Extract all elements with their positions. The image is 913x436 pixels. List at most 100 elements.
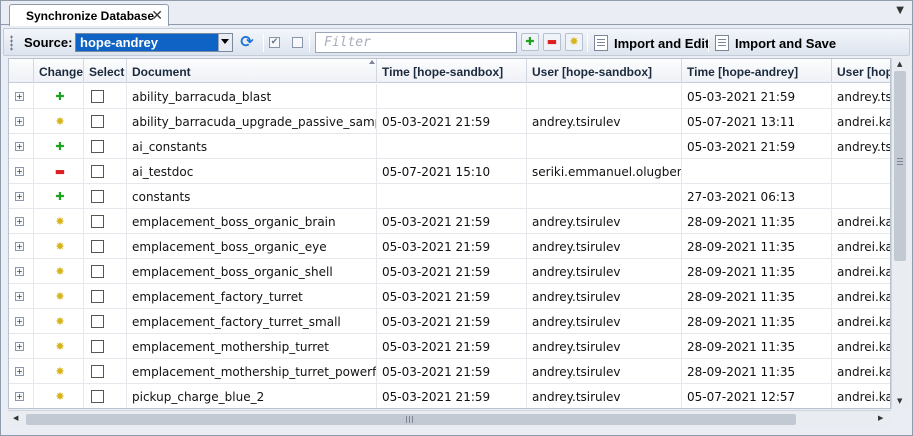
show-added-toggle[interactable]: ✚ — [521, 33, 539, 51]
table-row[interactable]: + ✚ constants 27-03-2021 06:13 — [9, 184, 890, 209]
expand-icon[interactable]: + — [15, 342, 24, 351]
cell-change: ✸ — [34, 359, 84, 384]
import-and-save-button[interactable]: Import and Save — [715, 33, 836, 53]
cell-time-andrey: 27-03-2021 06:13 — [682, 184, 832, 209]
cell-user-andrey: andrei.kadyrov — [832, 334, 890, 359]
expand-icon[interactable]: + — [15, 242, 24, 251]
select-checkbox[interactable] — [91, 365, 104, 378]
select-checkbox[interactable] — [91, 90, 104, 103]
expand-icon[interactable]: + — [15, 217, 24, 226]
cell-select — [84, 234, 127, 259]
close-icon[interactable]: ✕ — [151, 7, 163, 24]
horizontal-scrollbar[interactable]: ◀ ▶ — [8, 410, 891, 427]
column-header-time-sandbox[interactable]: Time [hope-sandbox] — [377, 59, 527, 83]
cell-time-andrey: 28-09-2021 11:35 — [682, 309, 832, 334]
cell-change: ✸ — [34, 309, 84, 334]
select-checkbox[interactable] — [91, 215, 104, 228]
scroll-down-icon[interactable]: ▼ — [897, 398, 902, 405]
cell-time-sandbox — [377, 184, 527, 209]
expand-icon[interactable]: + — [15, 392, 24, 401]
added-icon: ✚ — [55, 90, 65, 103]
cell-user-andrey: andrei.kadyrov — [832, 359, 890, 384]
select-checkbox[interactable] — [91, 240, 104, 253]
source-dropdown-button[interactable] — [218, 34, 232, 51]
table-row[interactable]: + ✚ ai_constants 05-03-2021 21:59andrey.tsi… — [9, 134, 890, 159]
show-removed-toggle[interactable]: ▬ — [543, 33, 561, 51]
table-row[interactable]: + ✸ emplacement_boss_organic_brain 05-03-20… — [9, 209, 890, 234]
column-header-user-sandbox[interactable]: User [hope-sandbox] — [527, 59, 682, 83]
refresh-icon[interactable]: ⟳ — [238, 33, 256, 51]
table-row[interactable]: + ▬ ai_testdoc 05-07-2021 15:10 seriki.emman… — [9, 159, 890, 184]
vertical-scroll-thumb[interactable] — [894, 71, 906, 261]
scroll-right-icon[interactable]: ▶ — [878, 415, 883, 422]
tab-menu-icon[interactable]: ▼ — [896, 5, 904, 16]
column-header-select[interactable]: Select — [84, 59, 127, 83]
cell-time-sandbox: 05-03-2021 21:59 — [377, 384, 527, 408]
select-checkbox[interactable] — [91, 115, 104, 128]
cell-document: ability_barracuda_upgrade_passive_sample — [127, 109, 377, 134]
select-checkbox[interactable] — [91, 340, 104, 353]
toolbar-grip[interactable] — [10, 35, 13, 51]
scroll-left-icon[interactable]: ◀ — [13, 415, 18, 422]
source-select[interactable]: hope-andrey — [75, 33, 233, 52]
column-header-time-andrey[interactable]: Time [hope-andrey] — [682, 59, 832, 83]
modified-icon: ✸ — [55, 390, 65, 403]
select-checkbox[interactable] — [91, 140, 104, 153]
expand-icon[interactable]: + — [15, 367, 24, 376]
cell-user-sandbox — [527, 184, 682, 209]
tab-synchronize-database[interactable]: Synchronize Database ✕ — [9, 4, 169, 26]
table-row[interactable]: + ✸ emplacement_boss_organic_shell 05-03-20… — [9, 259, 890, 284]
cell-user-sandbox: andrey.tsirulev — [527, 209, 682, 234]
check-all-icon[interactable]: ✔ — [269, 37, 280, 48]
table-row[interactable]: + ✸ emplacement_factory_turret 05-03-2021 2… — [9, 284, 890, 309]
expand-icon[interactable]: + — [15, 317, 24, 326]
expand-icon[interactable]: + — [15, 117, 24, 126]
cell-document: emplacement_factory_turret_small — [127, 309, 377, 334]
expand-icon[interactable]: + — [15, 92, 24, 101]
cell-expander: + — [9, 309, 34, 334]
expand-icon[interactable]: + — [15, 192, 24, 201]
select-checkbox[interactable] — [91, 165, 104, 178]
uncheck-all-icon[interactable] — [292, 37, 303, 48]
horizontal-scroll-thumb[interactable] — [26, 414, 796, 425]
select-checkbox[interactable] — [91, 190, 104, 203]
cell-time-sandbox: 05-03-2021 21:59 — [377, 334, 527, 359]
modified-icon: ✸ — [55, 340, 65, 353]
table-row[interactable]: + ✸ ability_barracuda_upgrade_passive_samp… — [9, 109, 890, 134]
table-row[interactable]: + ✸ pickup_charge_blue_2 05-03-2021 21:59 an… — [9, 384, 890, 408]
column-header-change[interactable]: Change — [34, 59, 84, 83]
expand-icon[interactable]: + — [15, 167, 24, 176]
cell-document: emplacement_boss_organic_brain — [127, 209, 377, 234]
expand-icon[interactable]: + — [15, 292, 24, 301]
show-modified-toggle[interactable]: ✸ — [565, 33, 583, 51]
cell-user-andrey: andrei.kadyrov — [832, 234, 890, 259]
scroll-up-icon[interactable]: ▲ — [897, 61, 902, 68]
document-icon — [594, 35, 608, 51]
select-checkbox[interactable] — [91, 390, 104, 403]
filter-input[interactable]: Filter — [315, 32, 517, 53]
cell-user-sandbox: seriki.emmanuel.olugbenga — [527, 159, 682, 184]
select-checkbox[interactable] — [91, 290, 104, 303]
cell-user-sandbox: andrey.tsirulev — [527, 384, 682, 408]
import-and-edit-button[interactable]: Import and Edit — [594, 33, 709, 53]
modified-icon: ✸ — [55, 215, 65, 228]
tab-strip: Synchronize Database ✕ ▼ — [1, 1, 912, 26]
modified-icon: ✸ — [55, 265, 65, 278]
column-header-user-andrey[interactable]: User [hope-andrey] — [832, 59, 890, 83]
table-row[interactable]: + ✸ emplacement_boss_organic_eye 05-03-2021… — [9, 234, 890, 259]
select-checkbox[interactable] — [91, 315, 104, 328]
cell-change: ✚ — [34, 134, 84, 159]
select-checkbox[interactable] — [91, 265, 104, 278]
table-row[interactable]: + ✸ emplacement_factory_turret_small 05-03-… — [9, 309, 890, 334]
toolbar-separator — [587, 34, 588, 52]
expand-icon[interactable]: + — [15, 267, 24, 276]
vertical-scrollbar[interactable]: ▲ ▼ — [891, 58, 908, 409]
table-row[interactable]: + ✚ ability_barracuda_blast 05-03-2021 21:5… — [9, 84, 890, 109]
table-row[interactable]: + ✸ emplacement_mothership_turret 05-03-202… — [9, 334, 890, 359]
table-row[interactable]: + ✸ emplacement_mothership_turret_powerful… — [9, 359, 890, 384]
cell-user-sandbox: andrey.tsirulev — [527, 334, 682, 359]
column-header-document[interactable]: Document — [127, 59, 377, 83]
cell-time-sandbox — [377, 134, 527, 159]
expand-icon[interactable]: + — [15, 142, 24, 151]
filter-placeholder: Filter — [324, 35, 371, 50]
